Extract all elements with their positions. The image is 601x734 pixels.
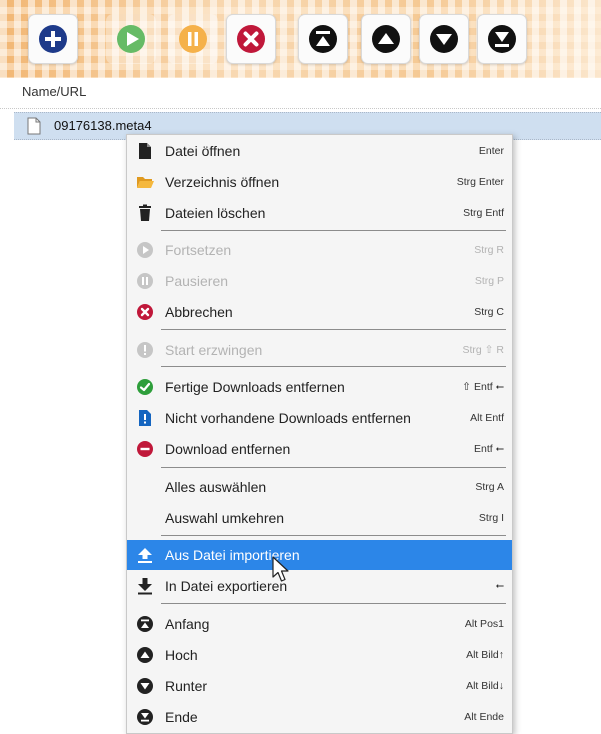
menu-item-shortcut: Alt Bild↑ [466, 649, 504, 661]
menu-item-label: Verzeichnis öffnen [165, 174, 280, 190]
menu-separator [161, 230, 506, 231]
play-icon [117, 25, 145, 53]
toolbar [0, 0, 601, 78]
menu-item-label: In Datei exportieren [165, 578, 288, 594]
remove-icon [136, 440, 154, 458]
menu-item-shortcut: Alt Pos1 [464, 618, 504, 630]
move-up-icon [136, 646, 154, 664]
menu-item-shortcut: ⇧ Entf ⭠ [462, 381, 504, 393]
move-top-icon [136, 615, 154, 633]
move-down-icon [430, 25, 458, 53]
menu-item-remove-finished[interactable]: Fertige Downloads entfernen ⇧ Entf ⭠ [127, 372, 512, 402]
menu-separator [161, 329, 506, 330]
add-download-button[interactable] [28, 14, 78, 64]
menu-item-shortcut: Strg A [475, 481, 504, 493]
menu-item-select-all[interactable]: Alles auswählen Strg A [127, 472, 512, 502]
move-top-button[interactable] [298, 14, 348, 64]
cancel-button[interactable] [226, 14, 276, 64]
menu-item-resume[interactable]: Fortsetzen Strg R [127, 235, 512, 265]
move-down-button[interactable] [419, 14, 469, 64]
menu-item-shortcut: Entf ⭠ [474, 443, 504, 455]
menu-item-import-from-file[interactable]: Aus Datei importieren [127, 540, 512, 570]
column-header-name-url[interactable]: Name/URL [22, 84, 86, 99]
menu-item-label: Abbrechen [165, 304, 233, 320]
resume-button[interactable] [106, 14, 156, 64]
menu-item-label: Fortsetzen [165, 242, 232, 258]
menu-item-label: Anfang [165, 616, 210, 632]
menu-item-open-folder[interactable]: Verzeichnis öffnen Strg Enter [127, 167, 512, 197]
move-bottom-icon [136, 708, 154, 726]
menu-item-label: Fertige Downloads entfernen [165, 379, 345, 395]
menu-item-label: Hoch [165, 647, 198, 663]
play-icon [136, 241, 154, 259]
menu-separator [161, 603, 506, 604]
menu-item-shortcut: Alt Entf [470, 412, 504, 424]
file-icon [136, 142, 154, 160]
cancel-icon [136, 303, 154, 321]
menu-item-shortcut: Strg I [478, 512, 504, 524]
menu-item-force-start[interactable]: Start erzwingen Strg ⇧ R [127, 335, 512, 365]
menu-item-shortcut: Strg P [474, 275, 504, 287]
cancel-icon [237, 25, 265, 53]
mouse-cursor-icon [272, 556, 289, 582]
menu-item-shortcut: ⭠ [495, 580, 504, 592]
folder-icon [136, 173, 154, 191]
menu-item-label: Dateien löschen [165, 205, 266, 221]
menu-item-shortcut: Alt Bild↓ [466, 680, 504, 692]
menu-item-move-down[interactable]: Runter Alt Bild↓ [127, 671, 512, 701]
menu-separator [161, 535, 506, 536]
check-icon [136, 378, 154, 396]
menu-item-remove-missing[interactable]: Nicht vorhandene Downloads entfernen Alt… [127, 403, 512, 433]
menu-item-export-to-file[interactable]: In Datei exportieren ⭠ [127, 571, 512, 601]
menu-item-remove-download[interactable]: Download entfernen Entf ⭠ [127, 434, 512, 464]
menu-item-label: Start erzwingen [165, 342, 263, 358]
export-icon [136, 577, 154, 595]
menu-item-delete-files[interactable]: Dateien löschen Strg Entf [127, 198, 512, 228]
context-menu: Datei öffnen Enter Verzeichnis öffnen St… [126, 134, 513, 734]
menu-item-shortcut: Alt Ende [464, 711, 504, 723]
menu-separator [161, 366, 506, 367]
list-header [0, 78, 601, 109]
move-down-icon [136, 677, 154, 695]
menu-item-label: Pausieren [165, 273, 229, 289]
menu-item-shortcut: Strg Entf [463, 207, 504, 219]
menu-item-move-top[interactable]: Anfang Alt Pos1 [127, 609, 512, 639]
missing-file-icon [136, 409, 154, 427]
move-top-icon [309, 25, 337, 53]
file-icon [27, 117, 41, 135]
pause-icon [179, 25, 207, 53]
menu-item-shortcut: Strg R [474, 244, 504, 256]
menu-item-label: Alles auswählen [165, 479, 267, 495]
trash-icon [136, 204, 154, 222]
move-bottom-icon [488, 25, 516, 53]
menu-item-label: Auswahl umkehren [165, 510, 285, 526]
menu-item-label: Datei öffnen [165, 143, 241, 159]
menu-item-move-bottom[interactable]: Ende Alt Ende [127, 702, 512, 732]
import-icon [136, 546, 154, 564]
menu-item-move-up[interactable]: Hoch Alt Bild↑ [127, 640, 512, 670]
menu-item-label: Runter [165, 678, 208, 694]
menu-item-label: Nicht vorhandene Downloads entfernen [165, 410, 411, 426]
exclamation-icon [136, 341, 154, 359]
move-up-icon [372, 25, 400, 53]
move-up-button[interactable] [361, 14, 411, 64]
menu-item-label: Ende [165, 709, 198, 725]
pause-icon [136, 272, 154, 290]
menu-item-cancel[interactable]: Abbrechen Strg C [127, 297, 512, 327]
menu-item-shortcut: Strg ⇧ R [462, 344, 504, 356]
menu-item-shortcut: Enter [478, 145, 504, 157]
menu-item-open-file[interactable]: Datei öffnen Enter [127, 136, 512, 166]
add-icon [39, 25, 67, 53]
menu-item-label: Download entfernen [165, 441, 291, 457]
row-name: 09176138.meta4 [54, 118, 152, 133]
menu-item-pause[interactable]: Pausieren Strg P [127, 266, 512, 296]
menu-separator [161, 467, 506, 468]
menu-item-shortcut: Strg Enter [456, 176, 504, 188]
menu-item-invert-selection[interactable]: Auswahl umkehren Strg I [127, 503, 512, 533]
menu-item-shortcut: Strg C [474, 306, 504, 318]
move-bottom-button[interactable] [477, 14, 527, 64]
pause-button[interactable] [168, 14, 218, 64]
